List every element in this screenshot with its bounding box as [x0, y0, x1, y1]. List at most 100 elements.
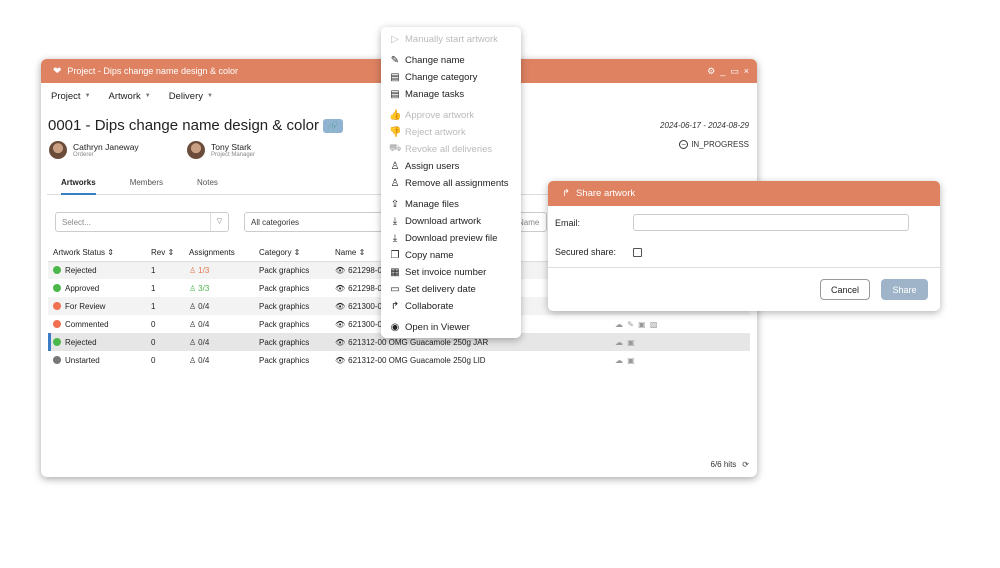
eye-icon[interactable]: 👁 [335, 266, 345, 275]
person-role: Project Manager [211, 152, 256, 158]
assignments-cell: ♙ 0/4 [184, 351, 254, 369]
table-row[interactable]: Unstarted 0 ♙ 0/4 Pack graphics 👁 621312-00 OM… [48, 351, 750, 369]
assignments-cell: ♙ 0/4 [184, 333, 254, 351]
rev-cell: 0 [146, 333, 184, 351]
menu-item-label: Set delivery date [405, 284, 476, 295]
eye-icon[interactable]: 👁 [335, 302, 345, 311]
tab-notes[interactable]: Notes [197, 178, 218, 187]
select-placeholder: Select... [62, 217, 91, 227]
col-status[interactable]: Artwork Status ⇕ [48, 245, 146, 262]
maximize-button[interactable]: ▭ [730, 66, 739, 77]
status-text: Approved [65, 283, 100, 293]
assignments-text: 1/3 [198, 265, 210, 275]
status-text: IN_PROGRESS [691, 140, 749, 149]
menu-artwork[interactable]: Artwork ▼ [109, 91, 151, 102]
menu-item-label: Approve artwork [405, 110, 475, 121]
person-name: Tony Stark [211, 142, 252, 152]
menu-item-manage-files[interactable]: ⇪ Manage files [381, 196, 521, 213]
menu-item-label: Change name [405, 55, 465, 66]
status-cell: Rejected [48, 333, 146, 351]
menu-item-label: Revoke all deliveries [405, 144, 493, 155]
category-select[interactable]: All categories [244, 212, 384, 232]
close-button[interactable]: × [744, 66, 749, 76]
menu-item-icon: ↱ [390, 301, 400, 312]
name-cell: 👁 621312-00 OMG Guacamole 250g LID [330, 351, 610, 369]
hits-counter: 6/6 hits ⟳ [711, 460, 750, 469]
menu-item-collaborate[interactable]: ↱ Collaborate [381, 298, 521, 315]
eye-icon[interactable]: 👁 [335, 338, 345, 347]
menu-item-copy-name[interactable]: ❐ Copy name [381, 247, 521, 264]
menu-item-download-artwork[interactable]: ⤓ Download artwork [381, 213, 521, 230]
menu-item-approve-artwork: 👍 Approve artwork [381, 107, 521, 124]
menu-item-label: Reject artwork [405, 127, 466, 138]
menu-item-remove-all-assignments[interactable]: ♙ Remove all assignments [381, 175, 521, 192]
caret-down-icon: ▼ [207, 93, 213, 99]
menu-item-set-invoice-number[interactable]: ▦ Set invoice number [381, 264, 521, 281]
menu-item-change-name[interactable]: ✎ Change name [381, 52, 521, 69]
file-icons-cell: ☁ ▣ [610, 333, 750, 351]
eye-icon[interactable]: 👁 [335, 320, 345, 329]
secured-share-label: Secured share: [555, 247, 617, 257]
menu-item-label: Manage tasks [405, 89, 465, 100]
assignments-cell: ♙ 1/3 [184, 261, 254, 279]
menu-item-icon: ▦ [390, 267, 400, 278]
menu-item-change-category[interactable]: ▤ Change category [381, 69, 521, 86]
menu-item-reject-artwork: 👎 Reject artwork [381, 124, 521, 141]
col-category[interactable]: Category ⇕ [254, 245, 330, 262]
status-text: For Review [65, 301, 106, 311]
status-badge: – IN_PROGRESS [679, 140, 749, 149]
menu-item-open-in-viewer[interactable]: ◉ Open in Viewer [381, 319, 521, 336]
assignments-text: 3/3 [198, 283, 210, 293]
menu-item-label: Remove all assignments [405, 178, 509, 189]
eye-icon[interactable]: 👁 [335, 284, 345, 293]
status-cell: Rejected [48, 261, 146, 279]
category-cell: Pack graphics [259, 355, 310, 365]
menu-item-icon: 👍 [389, 110, 402, 121]
menu-item-label: Download artwork [405, 216, 482, 227]
assignments-cell: ♙ 0/4 [184, 315, 254, 333]
status-text: Commented [65, 319, 109, 329]
orderer: Cathryn Janeway Orderer [49, 141, 139, 159]
menu-item-assign-users[interactable]: ♙ Assign users [381, 158, 521, 175]
menu-delivery[interactable]: Delivery ▼ [169, 91, 213, 102]
category-cell: Pack graphics [254, 261, 330, 279]
user-icon: ♙ [189, 355, 197, 365]
secured-share-checkbox[interactable] [633, 248, 642, 257]
status-select[interactable]: Select... ▽ [55, 212, 229, 232]
menu-item-label: Assign users [405, 161, 460, 172]
date-range: 2024-06-17 - 2024-08-29 [660, 121, 749, 130]
eye-icon[interactable]: 👁 [335, 356, 345, 365]
email-field[interactable] [633, 214, 909, 231]
menu-item-label: Manage files [405, 199, 459, 210]
share-dialog-header[interactable]: ↱ Share artwork [548, 181, 940, 206]
rev-cell: 1 [151, 283, 156, 293]
menu-project[interactable]: Project ▼ [51, 91, 91, 102]
settings-icon[interactable]: ⚙ [707, 66, 715, 77]
file-icons-cell: ☁ ✎ ▣ ▧ [610, 315, 750, 333]
divider [548, 267, 940, 268]
status-dot-icon [53, 355, 61, 364]
status-text: Rejected [65, 265, 97, 275]
name-placeholder: Name [518, 217, 540, 227]
menu-item-download-preview-file[interactable]: ⤓ Download preview file [381, 230, 521, 247]
email-label: Email: [555, 218, 581, 228]
file-type-icons: ☁ ▣ [615, 355, 636, 365]
minus-circle-icon: – [679, 140, 689, 149]
minimize-button[interactable]: _ [720, 66, 725, 76]
menu-item-label: Open in Viewer [405, 322, 470, 333]
status-cell: For Review [48, 297, 146, 315]
tab-artworks[interactable]: Artworks [61, 172, 96, 195]
col-rev[interactable]: Rev ⇕ [146, 245, 184, 262]
share-icon: ↱ [562, 188, 570, 199]
menu-item-icon: ▤ [390, 89, 400, 100]
menu-item-label: Download preview file [405, 233, 498, 244]
caret-down-icon: ▼ [84, 93, 91, 99]
menu-item-set-delivery-date[interactable]: ▭ Set delivery date [381, 281, 521, 298]
link-icon[interactable]: 🔗 [323, 118, 343, 133]
tab-members[interactable]: Members [130, 178, 163, 187]
share-button[interactable]: Share [881, 279, 928, 300]
menu-item-manage-tasks[interactable]: ▤ Manage tasks [381, 86, 521, 103]
refresh-icon[interactable]: ⟳ [742, 460, 749, 469]
cancel-button[interactable]: Cancel [820, 279, 870, 300]
menu-item-icon: ❐ [390, 250, 400, 261]
